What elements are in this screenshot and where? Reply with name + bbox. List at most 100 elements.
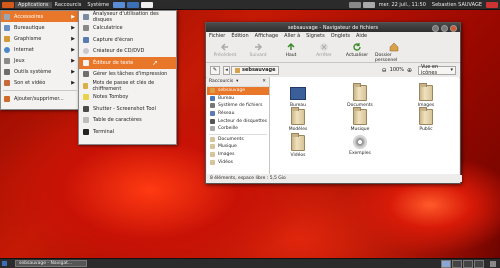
close-icon[interactable] [450, 25, 457, 32]
toggle-path-button[interactable]: ✎ [210, 65, 220, 75]
menu-item-internet[interactable]: Internet ▶ [1, 44, 79, 55]
sidebar-item-label: Documents [218, 136, 244, 142]
file-item-musique[interactable]: Musique [338, 107, 382, 132]
menu-item-label: Mots de passe et clés de chiffrement [92, 79, 155, 92]
file-item-exemples[interactable]: Exemples [338, 135, 382, 156]
menu-item-calculator[interactable]: Calculatrice [79, 23, 176, 35]
workspace-4[interactable] [474, 259, 484, 268]
toolbar-label: Suivant [249, 53, 267, 58]
folder-icon [353, 83, 367, 101]
menu-fichier[interactable]: Fichier [209, 33, 225, 39]
menu-item-shutter[interactable]: Shutter - Screenshot Tool [79, 103, 176, 115]
trash-icon [210, 126, 215, 132]
network-icon[interactable] [348, 1, 361, 8]
file-item-public[interactable]: Public [404, 107, 448, 132]
path-left-arrow-icon[interactable]: ◂ [223, 65, 230, 75]
sidebar-header[interactable]: Raccourcis ▾ ✕ [207, 77, 269, 87]
menu-item-passwords[interactable]: Mots de passe et clés de chiffrement [79, 80, 176, 92]
stop-button[interactable]: Arrêter [309, 40, 339, 58]
workspace-2[interactable] [452, 259, 462, 268]
file-item-documents[interactable]: Documents [338, 83, 382, 108]
places-menu[interactable]: Raccourcis [52, 2, 85, 8]
sidebar-item-images[interactable]: Images [207, 151, 269, 159]
menu-item-add-remove[interactable]: Ajouter/supprimer... [1, 93, 79, 104]
notes-icon [83, 94, 89, 101]
menu-item-label: Notes Tomboy [93, 94, 129, 101]
sidebar-item-label: Système de fichiers [218, 103, 263, 109]
maximize-icon[interactable] [441, 25, 448, 32]
menu-separator [3, 90, 77, 91]
sidebar-item-trash[interactable]: Corbeille [207, 125, 269, 133]
chevron-down-icon: ▾ [236, 79, 239, 84]
close-sidebar-icon[interactable]: ✕ [262, 79, 266, 84]
taskbar-item-file-browser[interactable]: sebsauvage - Navigat... [15, 260, 87, 267]
menu-item-terminal[interactable]: Terminal [79, 126, 176, 138]
file-item-modeles[interactable]: Modèles [276, 107, 320, 132]
show-desktop-icon[interactable] [2, 261, 7, 266]
user-name[interactable]: Sebastien SAUVAGE [429, 2, 485, 8]
sidebar-item-desktop[interactable]: Bureau [207, 95, 269, 103]
view-mode-select[interactable]: Vue en icônes ▾ [418, 64, 456, 76]
sidebar-item-music[interactable]: Musique [207, 143, 269, 151]
clock[interactable]: mer. 22 juil., 11:50 [376, 2, 429, 8]
forward-button[interactable]: Suivant [243, 40, 273, 58]
menu-item-disk-usage[interactable]: Analyseur d'utilisation des disques [79, 11, 176, 23]
browser-launcher-icon[interactable] [113, 1, 126, 8]
minimize-icon[interactable] [432, 25, 439, 32]
mail-launcher-icon[interactable] [127, 1, 140, 8]
menu-aller-a[interactable]: Aller à [284, 33, 300, 39]
volume-icon[interactable] [362, 1, 375, 8]
file-item-videos[interactable]: Vidéos [276, 133, 320, 158]
menu-item-cd-creator[interactable]: Créateur de CD/DVD [79, 46, 176, 58]
menu-aide[interactable]: Aide [356, 33, 367, 39]
zoom-in-icon[interactable]: ⊕ [407, 67, 412, 74]
sidebar-item-label: Corbeille [218, 126, 238, 132]
menu-item-accessoires[interactable]: Accessoires ▶ [1, 11, 79, 22]
zoom-level[interactable]: 100% [390, 67, 404, 73]
menu-item-jeux[interactable]: Jeux ▶ [1, 55, 79, 66]
applications-menu[interactable]: Applications [15, 1, 52, 8]
sidebar-item-videos[interactable]: Vidéos [207, 158, 269, 166]
up-button[interactable]: Haut [276, 40, 306, 58]
sidebar-item-filesystem[interactable]: Système de fichiers [207, 102, 269, 110]
window-titlebar[interactable]: sebsauvage - Navigateur de fichiers [206, 23, 460, 32]
menu-item-screenshot[interactable]: Capture d'écran [79, 34, 176, 46]
sidebar-item-home[interactable]: sebsauvage [207, 87, 269, 95]
workspace-1[interactable] [441, 259, 451, 268]
menu-item-label: Éditeur de texte [93, 59, 134, 66]
menu-affichage[interactable]: Affichage [255, 33, 279, 39]
menu-item-char-map[interactable]: Table de caractères [79, 115, 176, 127]
file-item-images[interactable]: Images [404, 83, 448, 108]
top-panel: Applications Raccourcis Système mer. 22 … [0, 0, 500, 10]
accessories-icon [4, 13, 10, 20]
sidebar-item-floppy[interactable]: Lecteur de disquettes [207, 117, 269, 125]
home-icon [210, 88, 215, 94]
menu-signets[interactable]: Signets [306, 33, 325, 39]
path-button-home[interactable]: sebsauvage [231, 65, 280, 75]
menu-item-son-et-video[interactable]: Son et vidéo ▶ [1, 77, 79, 88]
disk-usage-icon [83, 13, 89, 20]
home-button[interactable]: Dossier personnel [375, 40, 413, 63]
workspace-3[interactable] [463, 259, 473, 268]
drive-icon [210, 103, 215, 109]
menu-item-outils-systeme[interactable]: Outils système ▶ [1, 66, 79, 77]
trash-icon[interactable] [490, 260, 496, 267]
help-launcher-icon[interactable] [141, 1, 154, 8]
sidebar-item-network[interactable]: Réseau [207, 110, 269, 118]
menu-item-print-jobs[interactable]: Gérer les tâches d'impression [79, 69, 176, 81]
menu-item-bureautique[interactable]: Bureautique ▶ [1, 22, 79, 33]
menu-item-text-editor[interactable]: Éditeur de texte ➚ [79, 57, 176, 69]
sidebar-item-label: sebsauvage [218, 88, 245, 94]
menu-item-graphisme[interactable]: Graphisme ▶ [1, 33, 79, 44]
menu-onglets[interactable]: Onglets [331, 33, 350, 39]
file-item-bureau[interactable]: Bureau [276, 85, 320, 108]
power-icon[interactable] [486, 1, 498, 8]
back-button[interactable]: Précédent [210, 40, 240, 58]
system-menu[interactable]: Système [84, 2, 112, 8]
zoom-out-icon[interactable]: ⊖ [382, 67, 387, 74]
menu-edition[interactable]: Édition [231, 33, 248, 39]
menu-item-tomboy[interactable]: Notes Tomboy [79, 92, 176, 104]
reload-button[interactable]: Actualiser [342, 40, 372, 58]
menu-item-label: Bureautique [14, 24, 45, 31]
sidebar-item-documents[interactable]: Documents [207, 136, 269, 144]
